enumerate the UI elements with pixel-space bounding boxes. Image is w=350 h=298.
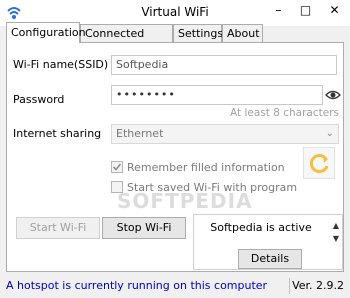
close-icon: ✕ [329,3,340,17]
hotspot-status-box: Softpedia is active ▲ ▼ Details [193,214,343,270]
start-saved-checkbox[interactable] [111,181,123,193]
scroll-up-icon[interactable]: ▲ [333,221,339,230]
maximize-icon: □ [299,3,312,17]
tab-strip: Configuration Connected clients Settings… [6,22,346,58]
password-field[interactable]: •••••••• [111,85,323,105]
checkmark-icon [112,163,122,171]
internet-sharing-value: Ethernet [116,127,164,140]
refresh-button[interactable] [303,147,335,179]
hotspot-status-text: Softpedia is active [210,221,312,234]
start-wifi-button[interactable]: Start Wi-Fi [16,217,100,239]
tab-connected-clients[interactable]: Connected clients [80,24,173,58]
tab-configuration[interactable]: Configuration [6,22,86,43]
close-button[interactable]: ✕ [319,0,350,20]
ssid-label: Wi-Fi name(SSID) [13,58,109,71]
tab-about[interactable]: About [222,24,263,42]
version-label: Ver. 2.9.2 [292,279,344,292]
password-hint: At least 8 characters [230,107,339,119]
stop-wifi-button[interactable]: Stop Wi-Fi [102,217,186,239]
main-window: Virtual WiFi – □ ✕ Configuration Connect… [0,0,350,298]
details-button[interactable]: Details [238,249,302,269]
remember-label: Remember filled information [127,161,285,174]
internet-sharing-label: Internet sharing [13,127,102,140]
status-message: A hotspot is currently running on this c… [6,279,268,292]
status-divider [289,278,290,294]
tab-settings[interactable]: Settings [173,24,223,42]
show-password-eye-icon[interactable] [325,87,341,103]
start-saved-label: Start saved Wi-Fi with program [127,181,298,194]
status-bar: A hotspot is currently running on this c… [0,275,350,298]
refresh-icon [309,154,329,173]
minimize-button[interactable]: – [265,0,292,20]
chevron-down-icon: ⌄ [325,128,334,139]
password-label: Password [13,93,65,106]
ssid-field[interactable]: Softpedia [111,55,337,75]
maximize-button[interactable]: □ [292,0,319,20]
minimize-icon: – [275,3,282,17]
internet-sharing-select[interactable]: Ethernet ⌄ [111,124,339,144]
remember-checkbox[interactable] [111,161,123,173]
scroll-down-icon[interactable]: ▼ [333,234,339,243]
